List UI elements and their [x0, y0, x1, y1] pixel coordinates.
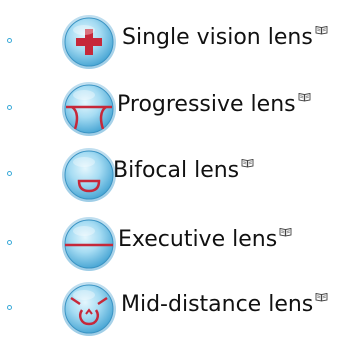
list-item-label[interactable]: Executive lens: [118, 226, 292, 254]
list-item-progressive[interactable]: Progressive lens: [0, 80, 355, 136]
list-item-executive[interactable]: Executive lens: [0, 215, 355, 271]
book-icon[interactable]: [315, 25, 328, 35]
bullet: [7, 240, 12, 245]
book-icon[interactable]: [315, 292, 328, 302]
mid-distance-lens-icon: [60, 280, 118, 338]
list-item-label[interactable]: Mid-distance lens: [121, 291, 328, 319]
list-item-label[interactable]: Progressive lens: [117, 91, 311, 119]
book-icon[interactable]: [298, 92, 311, 102]
lens-type-list: Single vision lens Progressive lens Bifo…: [0, 0, 355, 336]
single-vision-lens-icon: [60, 13, 118, 71]
list-item-label[interactable]: Single vision lens: [122, 24, 328, 52]
list-item-bifocal[interactable]: Bifocal lens: [0, 146, 355, 202]
progressive-lens-icon: [60, 80, 118, 138]
book-icon[interactable]: [279, 227, 292, 237]
bullet: [7, 38, 12, 43]
book-icon[interactable]: [241, 158, 254, 168]
executive-lens-icon: [60, 215, 118, 273]
bullet: [7, 171, 12, 176]
bullet: [7, 305, 12, 310]
bullet: [7, 105, 12, 110]
list-item-label[interactable]: Bifocal lens: [113, 157, 254, 185]
bifocal-lens-icon: [60, 146, 118, 204]
list-item-mid-distance[interactable]: Mid-distance lens: [0, 280, 355, 336]
list-item-single-vision[interactable]: Single vision lens: [0, 13, 355, 69]
